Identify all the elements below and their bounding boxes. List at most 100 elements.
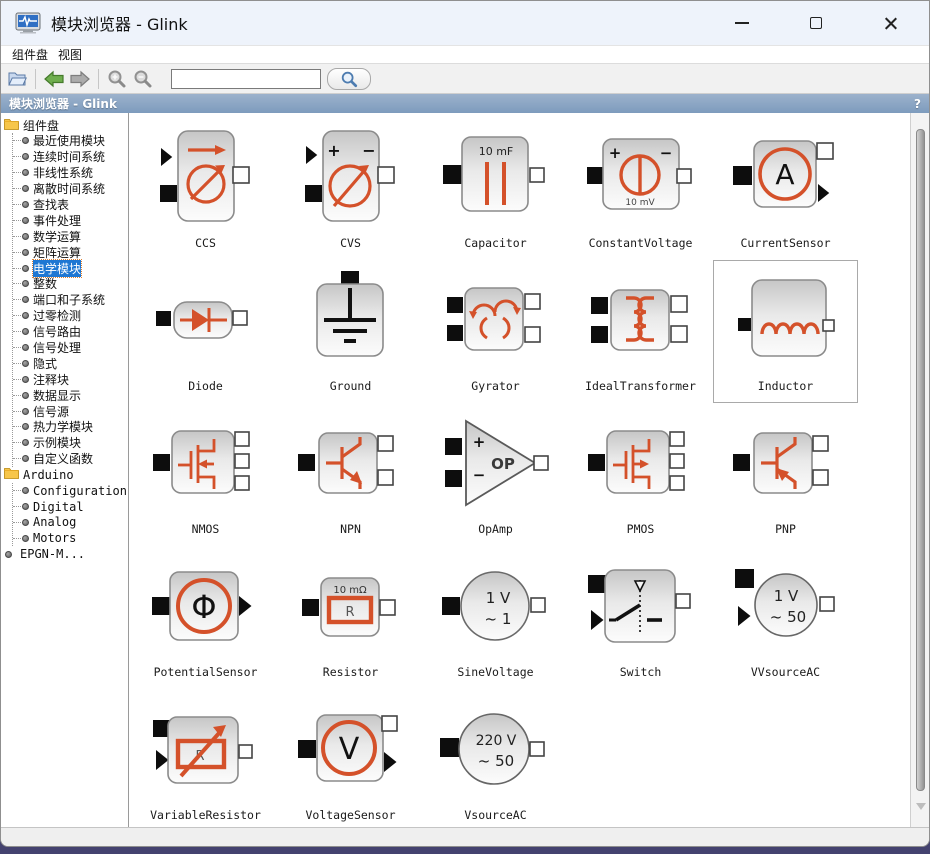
component-VVsourceAC[interactable]: 1 V~ 50VVsourceAC (713, 546, 858, 689)
component-IdealTransformer[interactable]: IdealTransformer (568, 260, 713, 403)
minimize-button[interactable] (731, 12, 753, 34)
search-button[interactable] (327, 68, 371, 90)
sidebar-item-label: 端口和子系统 (33, 291, 105, 308)
sidebar-item-非线性系统[interactable]: 非线性系统 (13, 165, 128, 181)
tree-bullet-icon (22, 201, 29, 208)
sidebar-item-label: Digital (33, 500, 84, 514)
sidebar-item-示例模块[interactable]: 示例模块 (13, 435, 128, 451)
scroll-down-button[interactable] (911, 803, 930, 817)
sidebar-item-Analog[interactable]: Analog (13, 514, 128, 530)
help-button[interactable]: ? (914, 97, 921, 111)
search-input[interactable] (171, 69, 321, 89)
tree-guide (13, 347, 21, 348)
opamp-icon: +−OP (438, 413, 554, 521)
svg-text:1 V: 1 V (773, 587, 798, 605)
sidebar-item-信号源[interactable]: 信号源 (13, 403, 128, 419)
tree-node-EPGN-M...[interactable]: EPGN-M... (4, 546, 128, 562)
sidebar-item-Motors[interactable]: Motors (13, 530, 128, 546)
sidebar-item-最近使用模块[interactable]: 最近使用模块 (13, 133, 128, 149)
sidebar-item-数学运算[interactable]: 数学运算 (13, 228, 128, 244)
svg-text:10 mF: 10 mF (478, 145, 513, 158)
component-VoltageSensor[interactable]: VVoltageSensor (278, 689, 423, 827)
component-PNP[interactable]: PNP (713, 403, 858, 546)
sidebar-item-信号路由[interactable]: 信号路由 (13, 324, 128, 340)
component-VariableResistor[interactable]: RVariableResistor (133, 689, 278, 827)
svg-text:220 V: 220 V (475, 733, 516, 749)
component-ConstantVoltage[interactable]: +−10 mVConstantVoltage (568, 117, 713, 260)
sidebar-item-Configuration[interactable]: Configuration (13, 483, 128, 499)
back-button[interactable] (42, 67, 66, 91)
svg-text:+: + (327, 141, 340, 160)
zoom-out-button[interactable] (131, 67, 155, 91)
menu-item-view[interactable]: 视图 (53, 46, 87, 63)
tree-node-Arduino[interactable]: Arduino (4, 467, 128, 483)
tree-bullet-icon (22, 328, 29, 335)
component-PMOS[interactable]: PMOS (568, 403, 713, 546)
tree-guide (13, 236, 21, 237)
component-CCS[interactable]: CCS (133, 117, 278, 260)
maximize-button[interactable] (805, 12, 827, 34)
maximize-icon (810, 17, 822, 29)
zoom-in-button[interactable] (105, 67, 129, 91)
sidebar-item-数据显示[interactable]: 数据显示 (13, 387, 128, 403)
titlebar[interactable]: 模块浏览器 - Glink (1, 1, 929, 45)
window-title: 模块浏览器 - Glink (51, 11, 188, 35)
sidebar-item-连续时间系统[interactable]: 连续时间系统 (13, 149, 128, 165)
forward-button[interactable] (68, 67, 92, 91)
sidebar-item-过零检测[interactable]: 过零检测 (13, 308, 128, 324)
component-label: OpAmp (478, 522, 513, 536)
component-label: Resistor (323, 665, 378, 679)
component-CurrentSensor[interactable]: ACurrentSensor (713, 117, 858, 260)
gyrator-icon (438, 270, 554, 378)
sidebar-item-离散时间系统[interactable]: 离散时间系统 (13, 181, 128, 197)
search-icon (340, 70, 358, 88)
sidebar-item-注释块[interactable]: 注释块 (13, 371, 128, 387)
component-Switch[interactable]: Switch (568, 546, 713, 689)
component-NMOS[interactable]: NMOS (133, 403, 278, 546)
menu-item-palette[interactable]: 组件盘 (7, 46, 53, 63)
sidebar-item-电学模块[interactable]: 电学模块 (13, 260, 128, 276)
component-OpAmp[interactable]: +−OPOpAmp (423, 403, 568, 546)
sidebar-item-label: Configuration (33, 484, 127, 498)
sidebar-item-端口和子系统[interactable]: 端口和子系统 (13, 292, 128, 308)
vertical-scrollbar[interactable] (910, 113, 929, 827)
sidebar-item-矩阵运算[interactable]: 矩阵运算 (13, 244, 128, 260)
sidebar-item-查找表[interactable]: 查找表 (13, 197, 128, 213)
component-Ground[interactable]: Ground (278, 260, 423, 403)
component-Inductor[interactable]: Inductor (713, 260, 858, 403)
component-SineVoltage[interactable]: 1 V~ 1SineVoltage (423, 546, 568, 689)
svg-text:Φ: Φ (191, 588, 216, 626)
app-logo-icon (15, 12, 41, 34)
tree-guide (13, 363, 21, 364)
component-Resistor[interactable]: 10 mΩRResistor (278, 546, 423, 689)
sidebar-item-整数[interactable]: 整数 (13, 276, 128, 292)
sidebar-item-Digital[interactable]: Digital (13, 499, 128, 515)
component-CVS[interactable]: +−CVS (278, 117, 423, 260)
tree-guide (13, 411, 21, 412)
component-Gyrator[interactable]: Gyrator (423, 260, 568, 403)
tree-bullet-icon (22, 439, 29, 446)
tree-node-组件盘[interactable]: 组件盘 (4, 117, 128, 133)
component-label: VariableResistor (150, 808, 261, 822)
sidebar-item-隐式[interactable]: 隐式 (13, 355, 128, 371)
scrollbar-thumb[interactable] (916, 129, 925, 791)
sidebar-item-label: 示例模块 (33, 434, 81, 451)
sidebar-item-事件处理[interactable]: 事件处理 (13, 212, 128, 228)
sidebar-item-信号处理[interactable]: 信号处理 (13, 340, 128, 356)
component-VsourceAC[interactable]: 220 V~ 50VsourceAC (423, 689, 568, 827)
tree-guide (13, 426, 21, 427)
component-Diode[interactable]: Diode (133, 260, 278, 403)
tree-bullet-icon (22, 408, 29, 415)
component-Capacitor[interactable]: 10 mFCapacitor (423, 117, 568, 260)
component-NPN[interactable]: NPN (278, 403, 423, 546)
tree-bullet-icon (22, 455, 29, 462)
svg-text:+: + (472, 433, 485, 451)
potential-sensor-icon: Φ (148, 556, 264, 664)
component-PotentialSensor[interactable]: ΦPotentialSensor (133, 546, 278, 689)
component-label: PMOS (627, 522, 655, 536)
status-bar (1, 827, 929, 846)
close-button[interactable] (879, 12, 901, 34)
sidebar-item-自定义函数[interactable]: 自定义函数 (13, 451, 128, 467)
sidebar-item-热力学模块[interactable]: 热力学模块 (13, 419, 128, 435)
open-button[interactable] (5, 67, 29, 91)
